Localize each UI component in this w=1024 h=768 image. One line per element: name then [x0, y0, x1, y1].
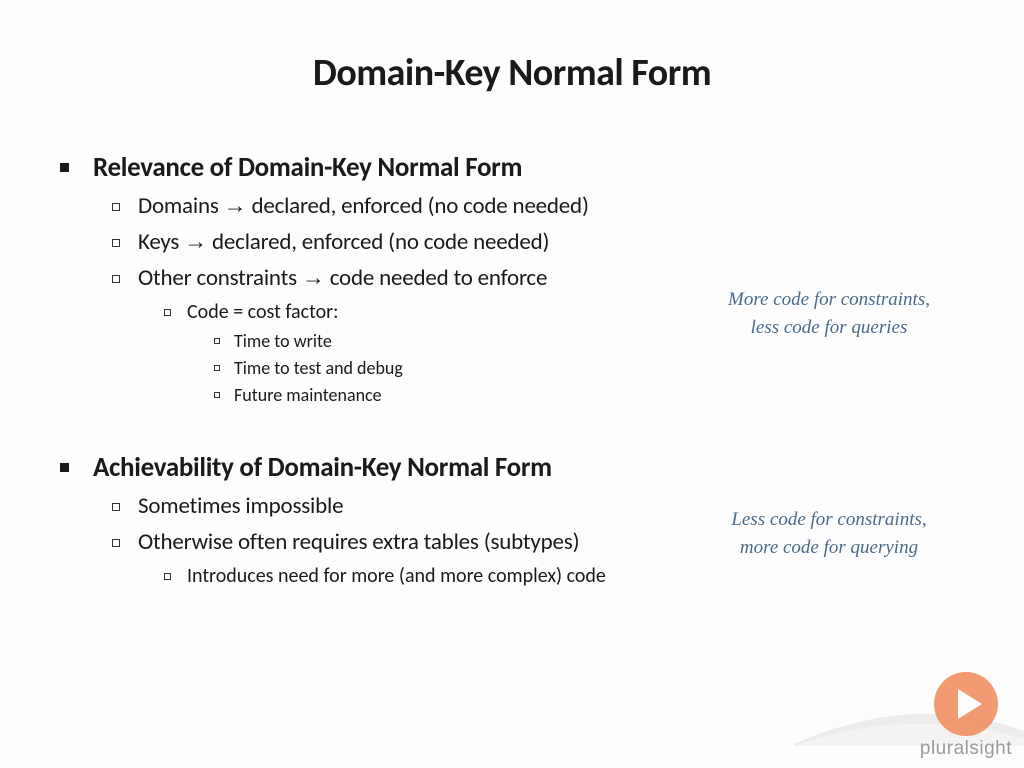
square-outline-icon: [112, 539, 120, 547]
list-item: Introduces need for more (and more compl…: [164, 564, 964, 588]
annotation-line: less code for queries: [751, 317, 908, 338]
text-span: declared, enforced (no code needed): [246, 192, 588, 220]
item-text: Keys → declared, enforced (no code neede…: [138, 228, 549, 256]
item-text: Future maintenance: [234, 384, 382, 406]
arrow-icon: →: [224, 192, 247, 219]
bullet-achievability: Achievability of Domain-Key Normal Form: [60, 451, 964, 484]
item-text: Domains → declared, enforced (no code ne…: [138, 192, 589, 220]
item-text: Other constraints → code needed to enfor…: [138, 264, 547, 292]
item-text: Code = cost factor:: [187, 300, 338, 324]
annotation-line: more code for querying: [740, 537, 918, 558]
item-text: Time to test and debug: [234, 357, 403, 379]
square-outline-icon: [112, 275, 120, 283]
text-span: code needed to enforce: [325, 264, 548, 292]
list-item: Future maintenance: [214, 384, 964, 406]
square-bullet-icon: [60, 163, 69, 172]
square-outline-icon: [164, 309, 171, 316]
brand-logo: pluralsight: [920, 672, 1012, 760]
annotation-line: More code for constraints,: [728, 289, 930, 310]
heading-text: Achievability of Domain-Key Normal Form: [93, 451, 552, 484]
play-icon: [934, 672, 998, 736]
annotation-more-code: More code for constraints, less code for…: [669, 286, 989, 341]
square-outline-icon: [112, 503, 120, 511]
text-span: Domains: [138, 192, 224, 220]
slide: Domain-Key Normal Form Relevance of Doma…: [0, 0, 1024, 588]
arrow-icon: →: [184, 228, 207, 255]
annotation-line: Less code for constraints,: [731, 509, 926, 530]
item-text: Introduces need for more (and more compl…: [187, 564, 606, 588]
slide-content: Relevance of Domain-Key Normal Form Doma…: [60, 151, 964, 588]
square-outline-icon: [164, 573, 171, 580]
brand-text: pluralsight: [920, 738, 1012, 760]
square-bullet-icon: [60, 463, 69, 472]
list-item: Domains → declared, enforced (no code ne…: [112, 192, 964, 220]
square-outline-icon: [214, 392, 220, 398]
text-span: Other constraints: [138, 264, 302, 292]
item-text: Time to write: [234, 330, 332, 352]
annotation-less-code: Less code for constraints, more code for…: [669, 506, 989, 561]
list-item: Keys → declared, enforced (no code neede…: [112, 228, 964, 256]
text-span: Keys: [138, 228, 184, 256]
square-outline-icon: [112, 203, 120, 211]
arrow-icon: →: [302, 264, 325, 291]
slide-title: Domain-Key Normal Form: [60, 50, 964, 96]
bullet-relevance: Relevance of Domain-Key Normal Form: [60, 151, 964, 184]
heading-text: Relevance of Domain-Key Normal Form: [93, 151, 522, 184]
item-text: Otherwise often requires extra tables (s…: [138, 528, 579, 556]
item-text: Sometimes impossible: [138, 492, 343, 520]
square-outline-icon: [214, 365, 220, 371]
square-outline-icon: [214, 338, 220, 344]
square-outline-icon: [112, 239, 120, 247]
text-span: declared, enforced (no code needed): [207, 228, 549, 256]
list-item: Time to test and debug: [214, 357, 964, 379]
